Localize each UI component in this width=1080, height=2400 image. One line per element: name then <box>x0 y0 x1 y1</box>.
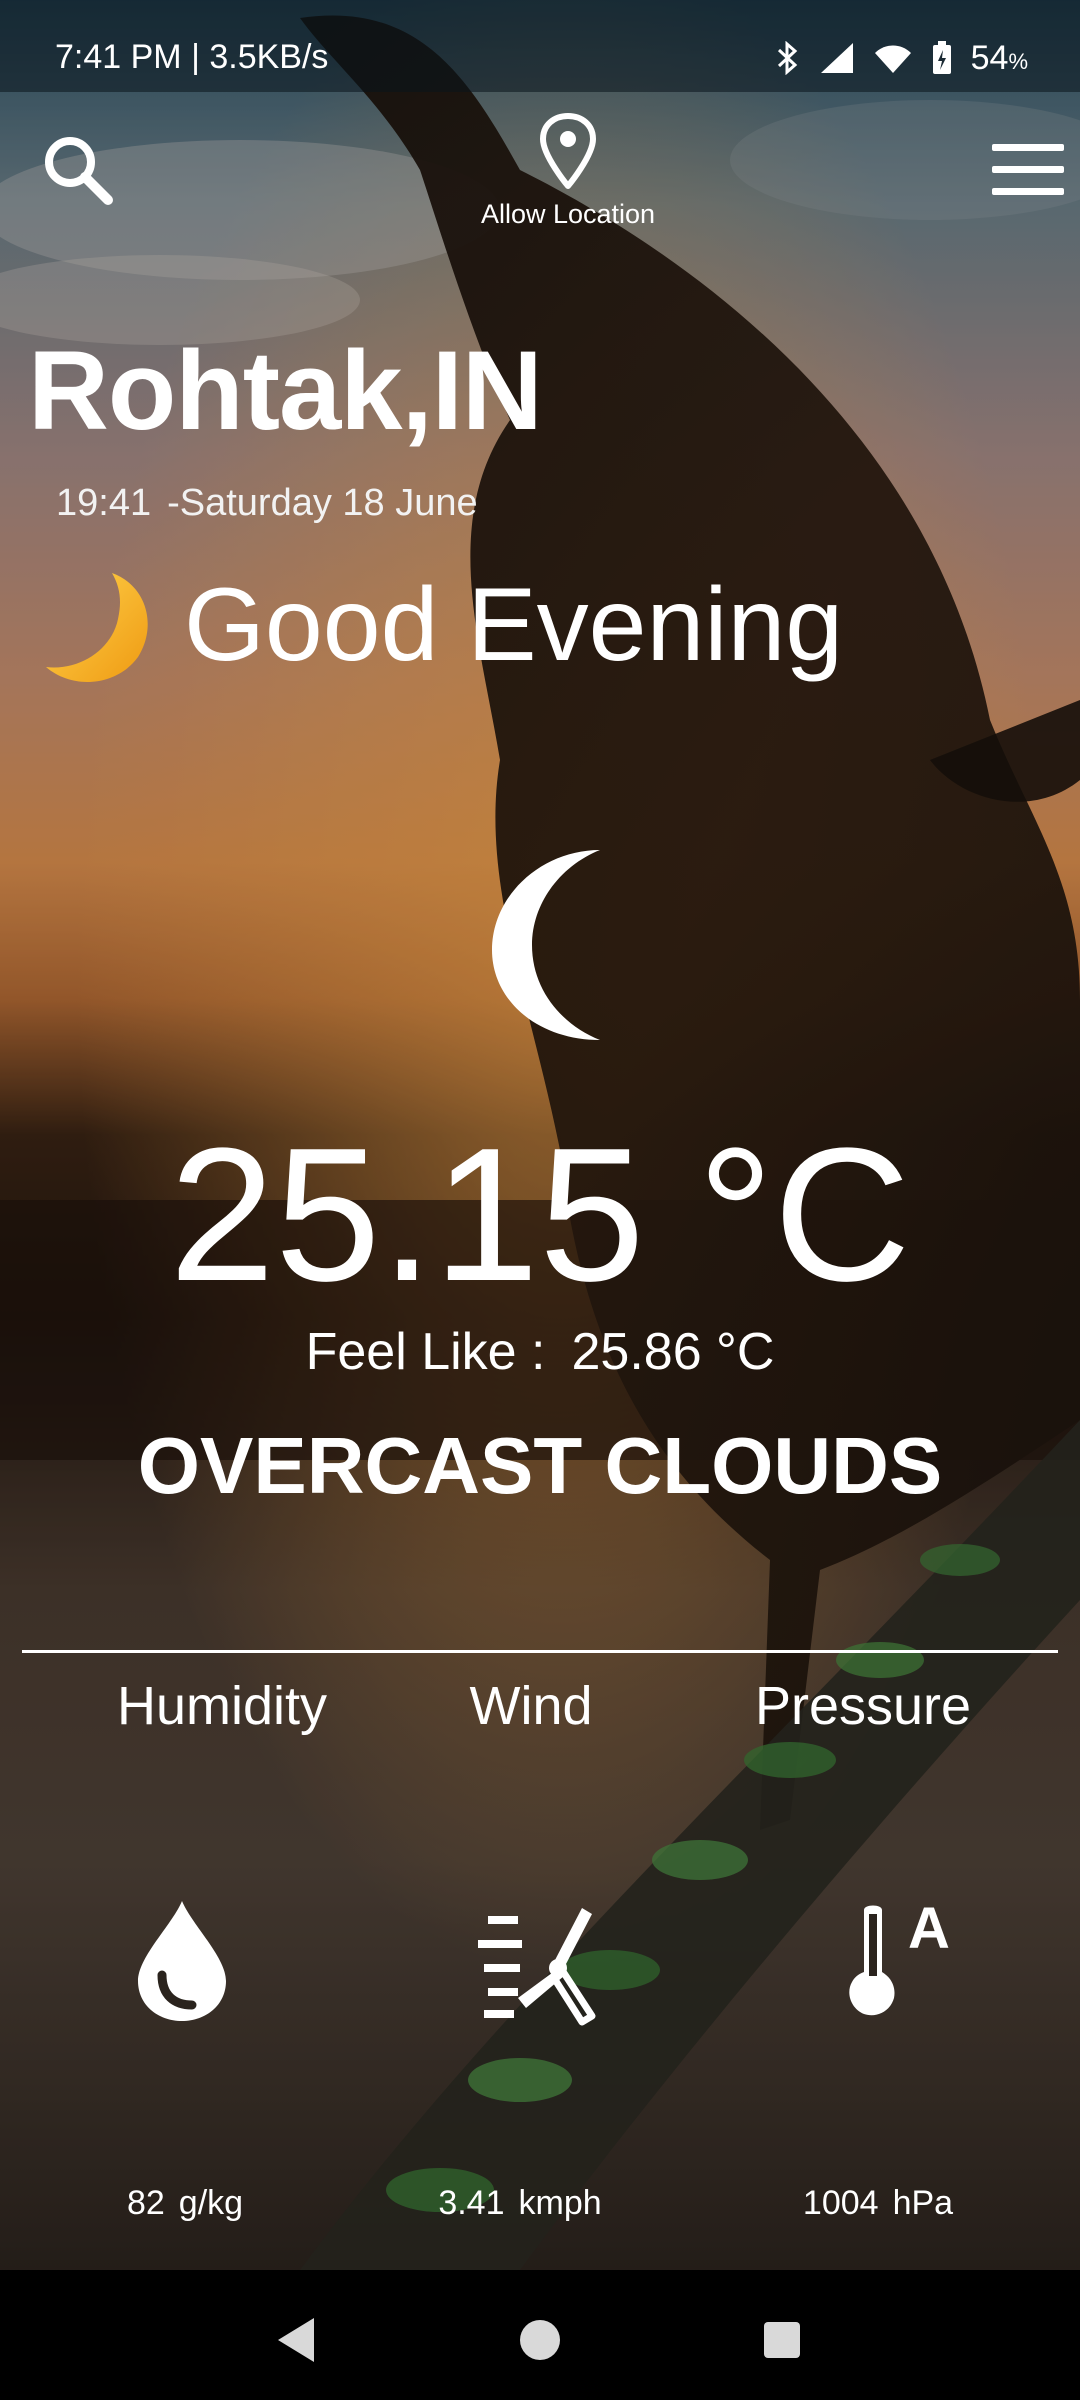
back-icon[interactable] <box>268 2310 328 2370</box>
feels-like-value: 25.86 °C <box>571 1323 775 1381</box>
city-name: Rohtak,IN <box>28 328 543 453</box>
humidity-label: Humidity <box>116 1676 328 1736</box>
feels-like: Feel Like : 25.86 °C <box>0 1322 1080 1382</box>
svg-text:A: A <box>908 1900 950 1961</box>
temperature: 25.15 °C <box>169 1109 911 1321</box>
wifi-icon <box>874 45 911 73</box>
status-time-speed: 7:41 PM | 3.5KB/s <box>55 38 329 76</box>
weather-screen: 7:41 PM | 3.5KB/s 54% Allow Location Roh… <box>0 0 1080 2400</box>
recents-icon[interactable] <box>752 2310 812 2370</box>
feels-like-label: Feel Like : <box>305 1323 546 1381</box>
battery-charging-icon <box>932 41 951 74</box>
thermometer-icon: A <box>849 1900 950 2016</box>
wind-value: 3.41 kmph <box>438 2184 602 2222</box>
home-icon[interactable] <box>510 2310 570 2370</box>
status-icons: 54% <box>775 36 1028 80</box>
pressure-label: Pressure <box>754 1676 972 1736</box>
wind-turbine-icon <box>478 1908 596 2026</box>
status-bar: 7:41 PM | 3.5KB/s 54% <box>0 0 1080 92</box>
moon-weather-icon <box>492 850 600 1040</box>
crescent-moon-emoji-icon <box>46 573 148 682</box>
current-date: -Saturday 18 June <box>167 482 478 524</box>
greeting: Good Evening <box>34 560 843 690</box>
location-pin-icon <box>540 113 596 189</box>
humidity-value: 82 g/kg <box>126 2184 244 2222</box>
cell-signal-icon <box>820 43 853 73</box>
date-time: 19:41 -Saturday 18 June <box>56 482 478 525</box>
greeting-text: Good Evening <box>184 566 844 683</box>
hamburger-menu-icon <box>992 144 1064 195</box>
water-drop-icon <box>138 1901 226 2021</box>
search-button[interactable] <box>38 130 118 210</box>
bluetooth-icon <box>777 41 797 75</box>
current-time: 19:41 <box>56 482 152 524</box>
weather-condition: OVERCAST CLOUDS <box>137 1421 943 1510</box>
navigation-bar <box>0 2270 1080 2400</box>
menu-button[interactable] <box>990 142 1066 198</box>
pressure-value: 1004 hPa <box>802 2184 954 2222</box>
divider <box>22 1650 1058 1653</box>
search-icon <box>45 137 113 205</box>
allow-location-label: Allow Location <box>480 199 656 229</box>
battery-percent: 54% <box>970 38 1028 77</box>
allow-location-button[interactable]: Allow Location <box>450 112 686 242</box>
wind-label: Wind <box>469 1676 593 1736</box>
